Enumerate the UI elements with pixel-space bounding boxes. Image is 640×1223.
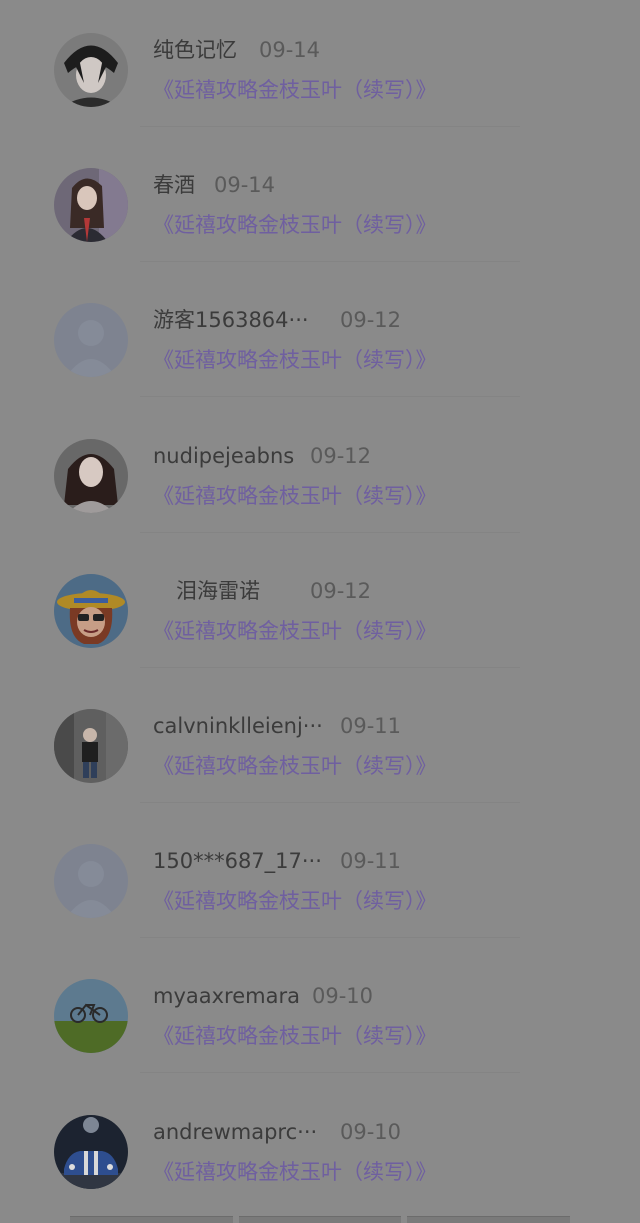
book-title-link[interactable]: 《延禧攻略金枝玉叶（续写）》 bbox=[153, 1157, 437, 1187]
comment-date: 09-12 bbox=[310, 443, 372, 468]
divider bbox=[140, 801, 520, 803]
book-title-link[interactable]: 《延禧攻略金枝玉叶（续写）》 bbox=[153, 75, 437, 105]
user-name[interactable]: 纯色记忆 bbox=[153, 36, 237, 64]
divider bbox=[140, 126, 520, 127]
toolbar-segment[interactable] bbox=[407, 1216, 571, 1223]
user-name[interactable]: 春酒 bbox=[153, 171, 195, 199]
default-user-icon bbox=[54, 303, 128, 378]
man-street-icon bbox=[54, 708, 128, 783]
bottom-toolbar bbox=[70, 1216, 571, 1223]
avatar[interactable] bbox=[54, 33, 128, 107]
list-item[interactable]: nudipejeabns 09-12 《延禧攻略金枝玉叶（续写）》 bbox=[0, 406, 640, 541]
avatar[interactable] bbox=[54, 573, 128, 648]
avatar[interactable] bbox=[54, 438, 128, 513]
list-item[interactable]: andrewmaprc··· 09-10 《延禧攻略金枝玉叶（续写）》 bbox=[0, 1082, 640, 1217]
book-title-link[interactable]: 《延禧攻略金枝玉叶（续写）》 bbox=[153, 345, 437, 375]
book-title-link[interactable]: 《延禧攻略金枝玉叶（续写）》 bbox=[153, 886, 437, 916]
divider bbox=[140, 531, 520, 533]
woman-portrait-icon bbox=[54, 438, 128, 513]
user-name[interactable]: 游客1563864··· bbox=[153, 306, 309, 334]
book-title-link[interactable]: 《延禧攻略金枝玉叶（续写）》 bbox=[153, 481, 437, 511]
cartoon-hat-icon bbox=[54, 573, 128, 648]
user-name[interactable]: myaaxremara bbox=[153, 982, 300, 1010]
comment-date: 09-10 bbox=[340, 1119, 402, 1144]
toolbar-segment[interactable] bbox=[238, 1216, 402, 1223]
bicycle-field-icon bbox=[54, 979, 128, 1054]
avatar[interactable] bbox=[54, 708, 128, 783]
book-title-link[interactable]: 《延禧攻略金枝玉叶（续写）》 bbox=[153, 210, 437, 240]
comment-date: 09-14 bbox=[214, 173, 276, 198]
user-name[interactable]: 泪海雷诺 bbox=[176, 577, 260, 605]
list-item[interactable]: 泪海雷诺 09-12 《延禧攻略金枝玉叶（续写）》 bbox=[0, 541, 640, 676]
girl-photo-icon bbox=[54, 168, 128, 243]
divider bbox=[140, 937, 520, 939]
comment-date: 09-11 bbox=[340, 849, 402, 874]
toolbar-segment[interactable] bbox=[70, 1216, 233, 1223]
comment-date: 09-11 bbox=[340, 713, 402, 738]
divider bbox=[140, 666, 520, 668]
user-name[interactable]: calvninklleienj··· bbox=[153, 712, 323, 740]
avatar[interactable] bbox=[54, 303, 128, 378]
user-name[interactable]: 150***687_17··· bbox=[153, 847, 322, 875]
comment-date: 09-14 bbox=[259, 38, 321, 62]
anime-boy-icon bbox=[54, 33, 128, 107]
user-name[interactable]: nudipejeabns bbox=[153, 442, 294, 470]
avatar[interactable] bbox=[54, 979, 128, 1054]
book-title-link[interactable]: 《延禧攻略金枝玉叶（续写）》 bbox=[153, 1021, 437, 1051]
list-item[interactable]: 纯色记忆 09-14 《延禧攻略金枝玉叶（续写）》 bbox=[0, 0, 640, 135]
divider bbox=[140, 1072, 520, 1074]
user-name[interactable]: andrewmaprc··· bbox=[153, 1118, 317, 1146]
book-title-link[interactable]: 《延禧攻略金枝玉叶（续写）》 bbox=[153, 751, 437, 781]
comment-date: 09-10 bbox=[312, 984, 374, 1009]
divider bbox=[140, 396, 520, 398]
list-item[interactable]: myaaxremara 09-10 《延禧攻略金枝玉叶（续写）》 bbox=[0, 946, 640, 1081]
comment-list: 纯色记忆 09-14 《延禧攻略金枝玉叶（续写）》 春酒 09-14 《延禧攻略… bbox=[0, 0, 640, 1217]
comment-date: 09-12 bbox=[340, 308, 402, 333]
blue-car-icon bbox=[54, 1114, 128, 1189]
comment-date: 09-12 bbox=[310, 578, 372, 603]
list-item[interactable]: calvninklleienj··· 09-11 《延禧攻略金枝玉叶（续写）》 bbox=[0, 676, 640, 811]
list-item[interactable]: 游客1563864··· 09-12 《延禧攻略金枝玉叶（续写）》 bbox=[0, 270, 640, 405]
avatar[interactable] bbox=[54, 844, 128, 919]
avatar[interactable] bbox=[54, 168, 128, 243]
avatar[interactable] bbox=[54, 1114, 128, 1189]
list-item[interactable]: 150***687_17··· 09-11 《延禧攻略金枝玉叶（续写）》 bbox=[0, 811, 640, 946]
divider bbox=[140, 261, 520, 263]
book-title-link[interactable]: 《延禧攻略金枝玉叶（续写）》 bbox=[153, 616, 437, 646]
list-item[interactable]: 春酒 09-14 《延禧攻略金枝玉叶（续写）》 bbox=[0, 135, 640, 270]
default-user-icon bbox=[54, 844, 128, 919]
